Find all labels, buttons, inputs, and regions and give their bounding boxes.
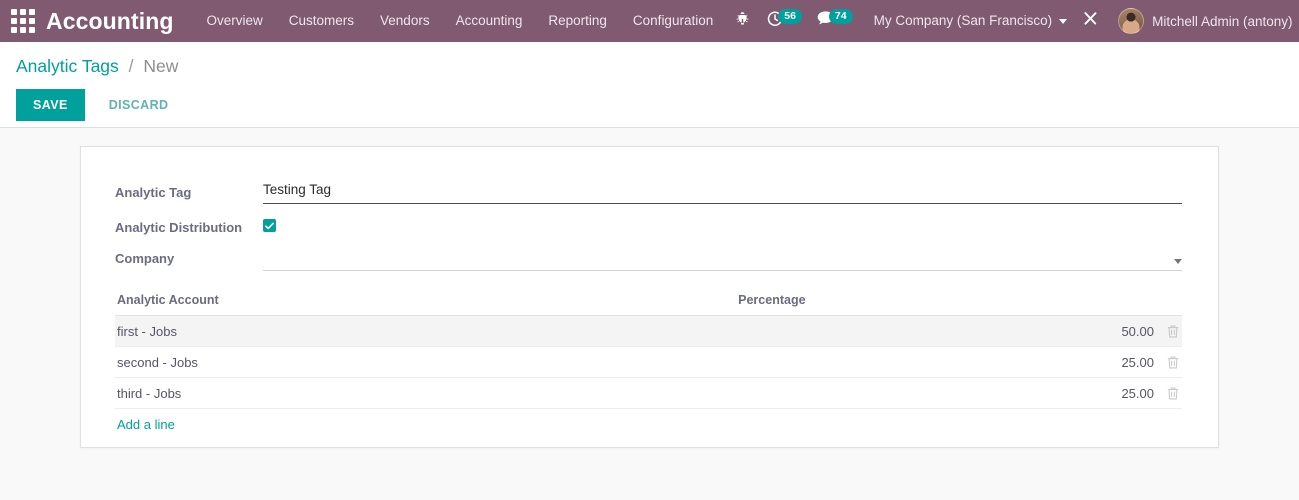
- navbar-right-tools: 56 74 My Company (San Francisco) Mitchel…: [726, 0, 1299, 42]
- top-navbar: Accounting Overview Customers Vendors Ac…: [0, 0, 1299, 42]
- field-row-analytic-distribution: Analytic Distribution: [115, 214, 1182, 238]
- user-menu[interactable]: Mitchell Admin (antony): [1108, 0, 1299, 42]
- menu-item-reporting[interactable]: Reporting: [535, 0, 620, 42]
- analytic-tag-form-card: Analytic Tag Analytic Distribution: [80, 146, 1219, 448]
- analytic-distribution-lines: Analytic Account Percentage first - Jobs…: [115, 293, 1182, 434]
- wrench-screwdriver-icon: [1082, 10, 1099, 32]
- cell-percentage[interactable]: 50.00: [736, 315, 1156, 348]
- check-icon: [265, 222, 274, 230]
- company-switcher[interactable]: My Company (San Francisco): [860, 0, 1074, 42]
- cell-percentage[interactable]: 25.00: [736, 377, 1156, 410]
- lines-table: Analytic Account Percentage first - Jobs…: [115, 293, 1182, 410]
- label-company: Company: [115, 251, 175, 266]
- breadcrumb-parent-link[interactable]: Analytic Tags: [16, 56, 119, 76]
- analytic-distribution-checkbox[interactable]: [263, 219, 276, 232]
- label-analytic-tag: Analytic Tag: [115, 185, 192, 200]
- main-menu: Overview Customers Vendors Accounting Re…: [194, 0, 727, 42]
- breadcrumb-separator: /: [128, 56, 134, 76]
- shortcuts-button[interactable]: [1073, 0, 1108, 42]
- column-header-analytic-account: Analytic Account: [115, 293, 737, 316]
- menu-item-overview[interactable]: Overview: [194, 0, 276, 42]
- messaging-menu-button[interactable]: 74: [809, 0, 860, 42]
- cell-analytic-account[interactable]: second - Jobs: [115, 346, 737, 379]
- table-row[interactable]: first - Jobs 50.00: [115, 315, 1182, 348]
- save-button[interactable]: SAVE: [16, 89, 85, 121]
- lines-table-head: Analytic Account Percentage: [115, 293, 1182, 316]
- menu-item-configuration[interactable]: Configuration: [620, 0, 726, 42]
- field-row-analytic-tag: Analytic Tag: [115, 179, 1182, 204]
- lines-header-row: Analytic Account Percentage: [115, 293, 1182, 316]
- chevron-down-icon: [1059, 18, 1068, 24]
- add-a-line-button[interactable]: Add a line: [115, 409, 177, 432]
- app-brand-accounting[interactable]: Accounting: [46, 8, 194, 35]
- activity-counter-badge: 56: [778, 9, 802, 24]
- chevron-down-icon: [1174, 259, 1182, 264]
- control-panel: Analytic Tags / New SAVE DISCARD: [0, 42, 1299, 128]
- menu-item-customers[interactable]: Customers: [276, 0, 367, 42]
- activity-menu-button[interactable]: 56: [759, 0, 809, 42]
- record-action-buttons: SAVE DISCARD: [16, 89, 1283, 121]
- cell-delete: [1156, 315, 1182, 348]
- company-switcher-label: My Company (San Francisco): [873, 13, 1053, 28]
- menu-item-vendors[interactable]: Vendors: [367, 0, 443, 42]
- field-wrapper-analytic-distribution: [263, 214, 1182, 235]
- breadcrumb-current: New: [143, 56, 179, 76]
- table-row[interactable]: third - Jobs 25.00: [115, 377, 1182, 410]
- column-header-percentage: Percentage: [736, 293, 1156, 316]
- company-select[interactable]: [263, 245, 1182, 271]
- cell-delete: [1156, 346, 1182, 379]
- apps-menu-toggle[interactable]: [0, 0, 46, 42]
- trash-icon[interactable]: [1166, 386, 1180, 401]
- messaging-counter-badge: 74: [828, 9, 853, 24]
- lines-table-body: first - Jobs 50.00 second - Jobs 25.00 t…: [115, 315, 1182, 410]
- field-row-company: Company: [115, 245, 1182, 271]
- apps-grid-icon: [11, 9, 35, 33]
- analytic-tag-input[interactable]: [263, 179, 1182, 204]
- table-row[interactable]: second - Jobs 25.00: [115, 346, 1182, 379]
- cell-analytic-account[interactable]: first - Jobs: [115, 315, 737, 348]
- content-area: Analytic Tag Analytic Distribution: [0, 128, 1299, 500]
- trash-icon[interactable]: [1166, 324, 1180, 339]
- label-analytic-distribution: Analytic Distribution: [115, 220, 243, 235]
- menu-item-accounting[interactable]: Accounting: [443, 0, 536, 42]
- user-menu-label: Mitchell Admin (antony): [1152, 13, 1293, 29]
- form-field-group: Analytic Tag Analytic Distribution: [115, 179, 1182, 271]
- bug-icon: [735, 11, 750, 31]
- cell-percentage[interactable]: 25.00: [736, 346, 1156, 379]
- debug-mode-button[interactable]: [726, 0, 759, 42]
- column-header-actions: [1156, 293, 1182, 316]
- cell-analytic-account[interactable]: third - Jobs: [115, 377, 737, 410]
- field-wrapper-company: [263, 245, 1182, 271]
- discard-button[interactable]: DISCARD: [94, 89, 184, 121]
- breadcrumb: Analytic Tags / New: [16, 55, 1283, 77]
- avatar: [1118, 8, 1145, 34]
- field-wrapper-analytic-tag: [263, 179, 1182, 204]
- trash-icon[interactable]: [1166, 355, 1180, 370]
- cell-delete: [1156, 377, 1182, 410]
